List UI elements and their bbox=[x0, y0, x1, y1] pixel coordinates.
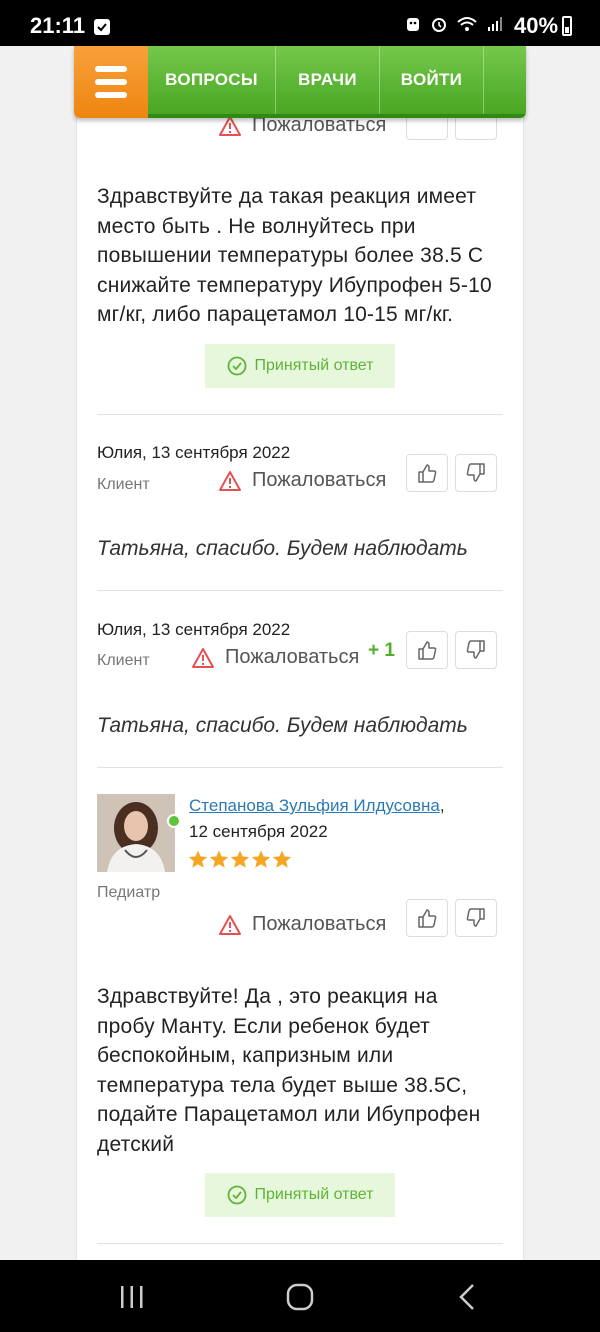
star-icon bbox=[251, 850, 271, 868]
complain-label: Пожаловаться bbox=[252, 469, 387, 491]
warning-icon bbox=[192, 647, 214, 668]
menu-line-icon bbox=[95, 66, 127, 72]
comment-text: Татьяна, спасибо. Будем наблюдать bbox=[97, 537, 468, 560]
warning-icon bbox=[219, 914, 241, 935]
divider bbox=[97, 414, 503, 415]
accepted-label: Принятый ответ bbox=[254, 357, 374, 374]
answer-line: пробу Манту. Если ребенок будет bbox=[97, 1014, 430, 1038]
answer-line: температура тела будет выше 38.5С, bbox=[97, 1073, 468, 1097]
top-navigation: ВОПРОСЫ ВРАЧИ ВОЙТИ bbox=[74, 46, 526, 118]
comment-role: Клиент bbox=[97, 652, 150, 669]
check-circle-icon bbox=[227, 356, 246, 376]
rating-stars bbox=[188, 850, 292, 869]
warning-icon bbox=[219, 470, 241, 491]
signal-icon bbox=[488, 17, 502, 31]
page-content: ВОПРОСЫ ВРАЧИ ВОЙТИ Пожаловаться Здравст… bbox=[0, 46, 600, 1260]
doctor-avatar[interactable] bbox=[97, 794, 175, 872]
thumbs-down-icon bbox=[466, 640, 485, 659]
thumbs-up-icon bbox=[418, 641, 437, 660]
comment-author: Юлия, 13 сентября 2022 bbox=[97, 620, 291, 639]
answer-text: Здравствуйте да такая реакция имеет мест… bbox=[97, 182, 492, 330]
complain-label: Пожаловаться bbox=[225, 646, 360, 668]
online-indicator bbox=[167, 814, 181, 828]
nav-login-link[interactable]: ВОЙТИ bbox=[380, 46, 484, 114]
comment-text: Татьяна, спасибо. Будем наблюдать bbox=[97, 714, 468, 737]
alarm-icon bbox=[432, 18, 446, 32]
like-button[interactable] bbox=[406, 454, 448, 492]
battery-icon bbox=[562, 16, 572, 36]
divider bbox=[97, 767, 503, 768]
thumbs-up-icon bbox=[418, 909, 437, 928]
like-button[interactable] bbox=[406, 899, 448, 937]
dislike-button[interactable] bbox=[455, 631, 497, 669]
dislike-button[interactable] bbox=[455, 454, 497, 492]
wifi-icon bbox=[457, 17, 477, 31]
doctor-name-row: Степанова Зульфия Илдусовна , bbox=[189, 796, 445, 816]
menu-line-icon bbox=[95, 79, 127, 85]
hamburger-menu-button[interactable] bbox=[74, 46, 148, 118]
answer-date: 12 сентября 2022 bbox=[189, 822, 328, 841]
accepted-answer-badge: Принятый ответ bbox=[205, 344, 395, 388]
notification-check-icon bbox=[94, 19, 110, 35]
divider bbox=[97, 1243, 503, 1244]
answer-line: мг/кг, либо парацетамол 10-15 мг/кг. bbox=[97, 303, 454, 326]
divider bbox=[97, 590, 503, 591]
comment-author: Юлия, 13 сентября 2022 bbox=[97, 443, 291, 462]
complain-link[interactable]: Пожаловаться bbox=[191, 646, 359, 669]
nav-questions-link[interactable]: ВОПРОСЫ bbox=[148, 46, 276, 114]
nav-doctors-link[interactable]: ВРАЧИ bbox=[276, 46, 380, 114]
answer-line: подайте Парацетамол или Ибупрофен bbox=[97, 1103, 481, 1126]
doctor-photo-icon bbox=[97, 794, 175, 872]
menu-line-icon bbox=[95, 92, 127, 98]
status-time: 21:11 bbox=[30, 13, 86, 38]
star-icon bbox=[230, 850, 250, 868]
star-icon bbox=[188, 850, 208, 868]
system-navigation-bar bbox=[0, 1260, 600, 1332]
thumbs-down-icon bbox=[466, 463, 485, 482]
back-icon[interactable] bbox=[456, 1282, 480, 1312]
complain-link[interactable]: Пожаловаться bbox=[218, 469, 386, 492]
comment-role: Клиент bbox=[97, 476, 150, 493]
thumbs-down-icon bbox=[466, 908, 485, 927]
complain-label: Пожаловаться bbox=[252, 913, 387, 935]
answer-line: беспокойным, капризным или bbox=[97, 1044, 394, 1067]
dislike-button[interactable] bbox=[455, 899, 497, 937]
answer-line: повышении температуры более 38.5 С bbox=[97, 244, 484, 267]
like-button[interactable] bbox=[406, 631, 448, 669]
answer-line: Здравствуйте да такая реакция имеет bbox=[97, 185, 477, 208]
accepted-label: Принятый ответ bbox=[254, 1186, 374, 1203]
accepted-answer-badge: Принятый ответ bbox=[205, 1173, 395, 1217]
star-icon bbox=[272, 850, 292, 868]
nav-items: ВОПРОСЫ ВРАЧИ ВОЙТИ bbox=[148, 46, 526, 118]
doctor-specialty: Педиатр bbox=[97, 884, 161, 901]
thumbs-up-icon bbox=[418, 464, 437, 483]
battery-percent: 40% bbox=[514, 13, 559, 38]
doctor-name-link[interactable]: Степанова Зульфия Илдусовна bbox=[189, 796, 440, 816]
recent-apps-icon[interactable] bbox=[118, 1284, 146, 1310]
check-circle-icon bbox=[227, 1185, 246, 1205]
answer-line: снижайте температуру Ибупрофен 5-10 bbox=[97, 273, 492, 297]
answer-line: Здравствуйте! Да , это реакция на bbox=[97, 985, 438, 1008]
vote-count: + 1 bbox=[368, 640, 395, 661]
answer-line: место быть . Не волнуйтесь при bbox=[97, 214, 416, 238]
android-icon bbox=[407, 18, 419, 31]
complain-link[interactable]: Пожаловаться bbox=[218, 913, 386, 936]
home-icon[interactable] bbox=[285, 1282, 315, 1312]
star-icon bbox=[209, 850, 229, 868]
status-bar: 21:11 40% bbox=[0, 0, 600, 46]
answer-line: детский bbox=[97, 1132, 175, 1156]
answer-text: Здравствуйте! Да , это реакция на пробу … bbox=[97, 982, 480, 1159]
name-comma: , bbox=[439, 796, 445, 815]
status-icons bbox=[404, 15, 504, 33]
